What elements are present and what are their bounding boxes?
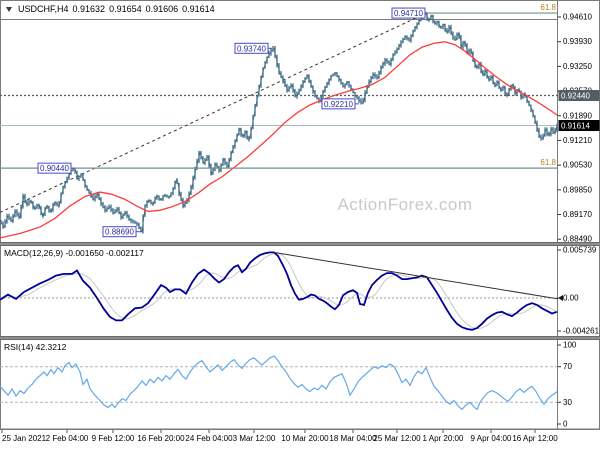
x-axis-label: 2 Feb 04:00 xyxy=(46,434,89,443)
fibonacci-percent-label: 61.8 xyxy=(540,3,556,12)
rsi-scale-label: 30 xyxy=(563,398,572,407)
y-axis-label: 0.93930 xyxy=(563,37,592,46)
rsi-scale-label: 0 xyxy=(563,420,568,429)
x-axis-label: 18 Mar 04:00 xyxy=(329,434,377,443)
axis-price-tag-label: 0.92440 xyxy=(561,92,590,101)
quote-low: 0.91606 xyxy=(145,4,179,14)
y-axis-label: 0.89170 xyxy=(563,210,592,219)
macd-main-line xyxy=(0,251,558,331)
fibonacci-percent-label: 61.8 xyxy=(540,158,556,167)
y-axis-label: 0.94610 xyxy=(563,13,592,22)
symbol-timeframe-label: USDCHF,H4 xyxy=(18,4,69,14)
macd-signal-line xyxy=(0,252,557,330)
mt4-chart-window: ActionForex.com 0.94710 61.8 0.93740 0.9221… xyxy=(0,0,600,450)
x-axis-label: 24 Feb 04:00 xyxy=(185,434,233,443)
x-axis-label: 10 Mar 20:00 xyxy=(281,434,329,443)
chart-canvas[interactable]: 0.94710 61.8 0.93740 0.92210 0.90440 61.8 0.88… xyxy=(0,0,600,450)
x-axis-label: 16 Feb 20:00 xyxy=(137,434,185,443)
y-axis-label: 0.91210 xyxy=(563,136,592,145)
rsi-line xyxy=(0,355,558,411)
y-axis-label: 0.91890 xyxy=(563,111,592,120)
y-axis-label: 0.93250 xyxy=(563,62,592,71)
y-axis-label: 0.88490 xyxy=(563,235,592,244)
x-axis-label: 16 Apr 12:00 xyxy=(512,434,558,443)
quote-open: 0.91632 xyxy=(72,4,106,14)
quote-close: 0.91614 xyxy=(182,4,215,14)
y-axis-label: 0.89850 xyxy=(563,185,592,194)
close-price-line xyxy=(0,12,558,234)
rsi-scale-label: 70 xyxy=(563,362,572,371)
quote-high: 0.91654 xyxy=(109,4,142,14)
price-tag-label: 0.93740 xyxy=(237,44,266,53)
macd-scale-label: 0.005739 xyxy=(563,246,597,255)
macd-trendline xyxy=(273,251,559,300)
rsi-indicator-label: RSI(14) 42.3212 xyxy=(4,342,67,352)
macd-scale-label: 0.00 xyxy=(563,294,579,303)
y-axis-label: 0.90530 xyxy=(563,161,592,170)
price-tag-label: 0.88690 xyxy=(105,228,134,237)
macd-indicator-label: MACD(12,26,9) -0.001650 -0.002117 xyxy=(4,248,144,258)
x-axis-label: 3 Mar 12:00 xyxy=(233,434,276,443)
x-axis-label: 9 Feb 12:00 xyxy=(92,434,135,443)
quote-title-bar: USDCHF,H4 0.91632 0.91654 0.91606 0.9161… xyxy=(6,4,215,14)
x-axis-label: 9 Apr 04:00 xyxy=(471,434,512,443)
axis-price-tag-label: 0.91614 xyxy=(561,122,590,131)
x-axis-label: 25 Mar 12:00 xyxy=(373,434,421,443)
x-axis-label: 25 Jan 2021 xyxy=(2,434,47,443)
symbol-dropdown-arrow-icon xyxy=(6,6,12,12)
price-tag-label: 0.90440 xyxy=(40,164,69,173)
macd-scale-label: -0.004261 xyxy=(563,327,600,336)
x-axis-label: 1 Apr 20:00 xyxy=(423,434,464,443)
price-tag-label: 0.92210 xyxy=(324,100,353,109)
rsi-scale-label: 100 xyxy=(563,341,577,350)
price-tag-label: 0.94710 xyxy=(394,9,423,18)
chart-frame xyxy=(0,0,600,430)
